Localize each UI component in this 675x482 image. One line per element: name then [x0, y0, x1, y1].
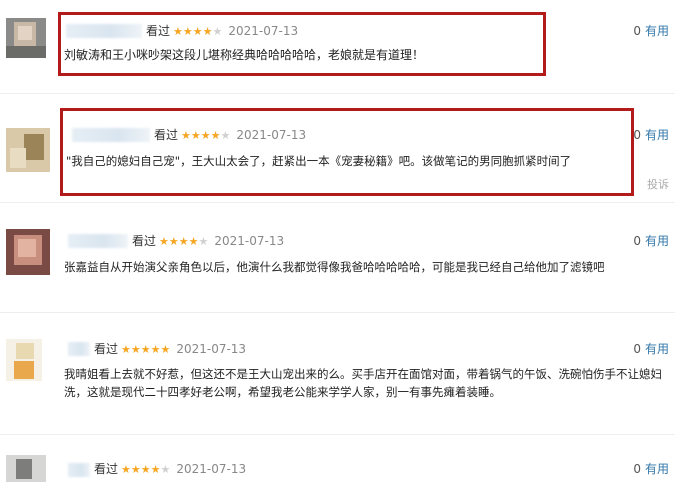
rating-stars: ★★★★★: [121, 343, 171, 356]
username-blurred[interactable]: [68, 234, 128, 248]
avatar[interactable]: [6, 229, 50, 275]
useful-button[interactable]: 有用: [645, 24, 669, 38]
useful-count: 0: [633, 234, 641, 248]
comment-item: 看过 ★★★★★ 2021-07-13 0 有用 "我自己的媳妇自己宠"，王大山太会了…: [0, 94, 675, 196]
comment-item: 看过 ★★★★★ 2021-07-13 0 有用 刘敏涛和王小咪吵架这段儿堪称经典哈哈…: [0, 0, 675, 92]
comment-item: 看过 ★★★★★ 2021-07-13 0 有用: [0, 435, 675, 482]
comment-text: 张嘉益自从开始演父亲角色以后，他演什么我都觉得像我爸哈哈哈哈哈，可能是我已经自己…: [64, 260, 605, 274]
avatar[interactable]: [6, 339, 42, 381]
avatar[interactable]: [6, 128, 50, 172]
username-blurred[interactable]: [68, 463, 90, 477]
comment-item: 看过 ★★★★★ 2021-07-13 0 有用 张嘉益自从开始演父亲角色以后，他演什…: [0, 203, 675, 311]
useful-count: 0: [633, 342, 641, 356]
comment-item: 看过 ★★★★★ 2021-07-13 0 有用 我晴姐看上去就不好惹，但这还不是王大…: [0, 313, 675, 433]
seen-label: 看过: [94, 462, 119, 476]
highlight-box: [58, 12, 546, 76]
useful-button[interactable]: 有用: [645, 234, 669, 248]
avatar[interactable]: [6, 18, 46, 58]
comment-meta: 看过 ★★★★★ 2021-07-13: [132, 233, 284, 250]
useful-vote[interactable]: 0 有用: [633, 127, 669, 143]
useful-count: 0: [633, 128, 641, 142]
seen-label: 看过: [132, 234, 157, 248]
useful-count: 0: [633, 462, 641, 476]
rating-stars: ★★★★★: [159, 235, 209, 248]
comment-text: 我晴姐看上去就不好惹，但这还不是王大山宠出来的么。买手店开在面馆对面，带着锅气的…: [64, 367, 662, 399]
useful-vote[interactable]: 0 有用: [633, 341, 669, 357]
rating-stars: ★★★★★: [121, 463, 171, 476]
useful-vote[interactable]: 0 有用: [633, 461, 669, 477]
highlight-box: [60, 108, 634, 196]
comment-meta: 看过 ★★★★★ 2021-07-13: [94, 461, 246, 478]
username-blurred[interactable]: [68, 342, 90, 356]
comment-meta: 看过 ★★★★★ 2021-07-13: [94, 341, 246, 358]
useful-button[interactable]: 有用: [645, 462, 669, 476]
report-link[interactable]: 投诉: [647, 176, 669, 192]
useful-vote[interactable]: 0 有用: [633, 233, 669, 249]
useful-button[interactable]: 有用: [645, 342, 669, 356]
avatar[interactable]: [6, 455, 46, 482]
useful-vote[interactable]: 0 有用: [633, 23, 669, 39]
comment-date: 2021-07-13: [176, 342, 247, 356]
useful-count: 0: [633, 24, 641, 38]
useful-button[interactable]: 有用: [645, 128, 669, 142]
comment-date: 2021-07-13: [214, 234, 285, 248]
comment-date: 2021-07-13: [176, 462, 247, 476]
seen-label: 看过: [94, 342, 119, 356]
